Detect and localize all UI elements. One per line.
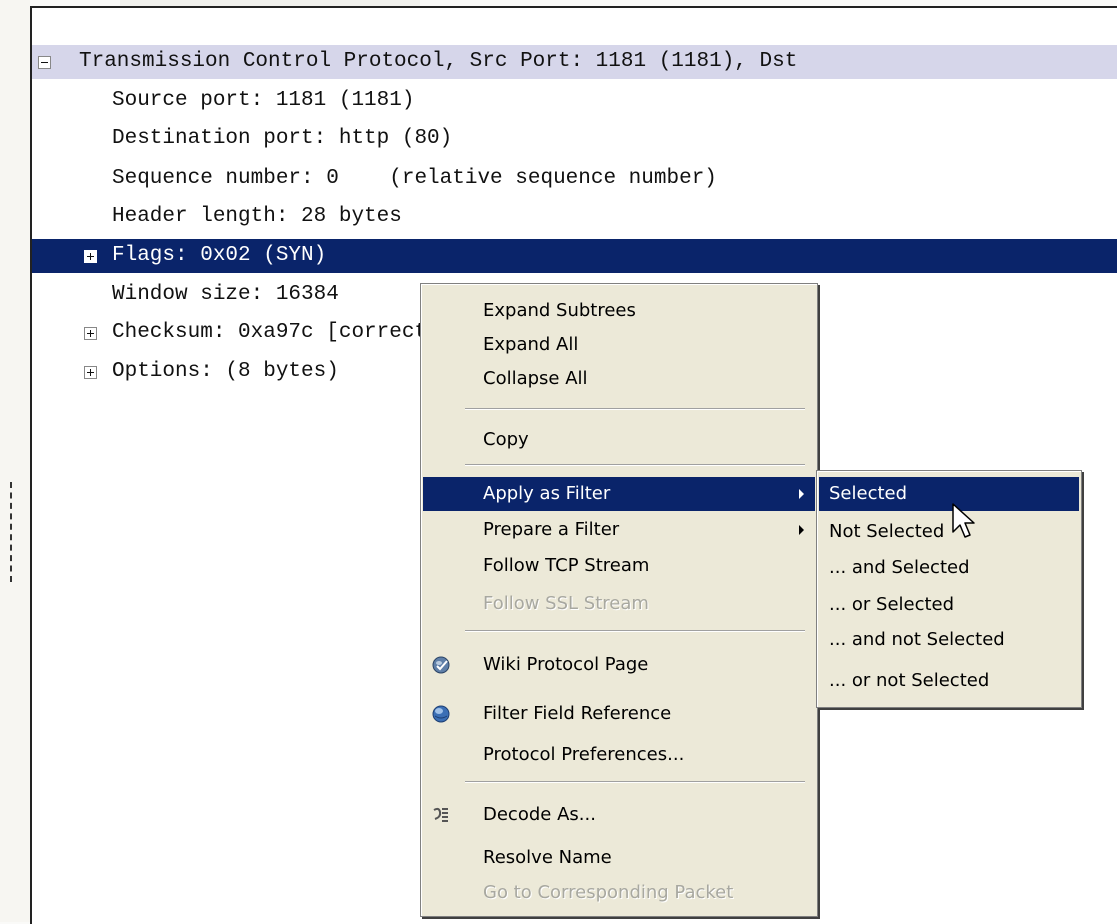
- tree-row-label: Destination port: http (80): [112, 127, 453, 150]
- tree-row-label: Options: (8 bytes): [112, 360, 339, 383]
- expand-icon[interactable]: [84, 327, 97, 340]
- menu-item-label: ... and Selected: [829, 557, 970, 578]
- menu-item-label: Expand Subtrees: [483, 300, 636, 321]
- chevron-right-icon: [799, 489, 804, 499]
- submenu-item-or-selected[interactable]: ... or Selected: [819, 588, 1079, 622]
- menu-item-collapse-all[interactable]: Collapse All: [423, 362, 815, 396]
- menu-item-apply-as-filter[interactable]: Apply as Filter: [423, 477, 815, 511]
- expand-icon[interactable]: [84, 250, 97, 263]
- menu-item-resolve-name[interactable]: Resolve Name: [423, 841, 815, 875]
- chevron-right-icon: [799, 525, 804, 535]
- collapse-icon[interactable]: [38, 56, 51, 69]
- dashed-guide: [10, 482, 12, 582]
- menu-item-label: Follow SSL Stream: [483, 593, 649, 614]
- menu-item-label: Not Selected: [829, 521, 945, 542]
- tree-row-label: Transmission Control Protocol, Src Port:…: [79, 50, 798, 73]
- tree-row-sequence-number[interactable]: Sequence number: 0 (relative sequence nu…: [32, 162, 1117, 196]
- menu-item-expand-all[interactable]: Expand All: [423, 328, 815, 362]
- menu-item-go-to-corresponding-packet: Go to Corresponding Packet: [423, 876, 815, 910]
- globe-check-icon: [432, 656, 450, 674]
- menu-item-label: Decode As...: [483, 804, 596, 825]
- menu-item-label: Collapse All: [483, 368, 588, 389]
- menu-item-label: ... or Selected: [829, 594, 955, 615]
- tree-row-label: Window size: 16384: [112, 283, 339, 306]
- submenu-item-or-not-selected[interactable]: ... or not Selected: [819, 664, 1079, 698]
- menu-item-label: Go to Corresponding Packet: [483, 882, 734, 903]
- tree-row-tcp-header[interactable]: Transmission Control Protocol, Src Port:…: [32, 45, 1117, 79]
- menu-item-label: Resolve Name: [483, 847, 612, 868]
- menu-item-prepare-a-filter[interactable]: Prepare a Filter: [423, 513, 815, 547]
- menu-item-label: Selected: [829, 483, 908, 504]
- menu-item-label: Wiki Protocol Page: [483, 654, 649, 675]
- menu-item-label: Protocol Preferences...: [483, 744, 685, 765]
- apply-as-filter-submenu: Selected Not Selected ... and Selected .…: [816, 470, 1082, 708]
- menu-separator: [465, 408, 805, 410]
- menu-separator: [465, 464, 805, 466]
- menu-item-label: Expand All: [483, 334, 579, 355]
- submenu-item-not-selected[interactable]: Not Selected: [819, 515, 1079, 549]
- tree-row-source-port[interactable]: Source port: 1181 (1181): [32, 84, 1117, 118]
- tree-row-destination-port[interactable]: Destination port: http (80): [32, 122, 1117, 156]
- menu-item-label: Prepare a Filter: [483, 519, 620, 540]
- menu-item-label: Apply as Filter: [483, 483, 611, 504]
- tree-row-flags[interactable]: Flags: 0x02 (SYN): [32, 239, 1117, 273]
- tree-row-label: Header length: 28 bytes: [112, 205, 402, 228]
- menu-item-filter-field-reference[interactable]: Filter Field Reference: [423, 697, 815, 731]
- menu-item-label: Filter Field Reference: [483, 703, 672, 724]
- tree-row-label: Source port: 1181 (1181): [112, 89, 415, 112]
- menu-item-protocol-preferences[interactable]: Protocol Preferences...: [423, 738, 815, 772]
- menu-item-follow-ssl-stream: Follow SSL Stream: [423, 587, 815, 621]
- decode-icon: [433, 807, 448, 822]
- menu-item-decode-as[interactable]: Decode As...: [423, 798, 815, 832]
- menu-item-expand-subtrees[interactable]: Expand Subtrees: [423, 294, 815, 328]
- submenu-item-selected[interactable]: Selected: [819, 477, 1079, 511]
- submenu-item-and-selected[interactable]: ... and Selected: [819, 551, 1079, 585]
- menu-item-label: ... or not Selected: [829, 670, 990, 691]
- tree-row-label: Flags: 0x02 (SYN): [112, 244, 327, 267]
- menu-separator: [465, 781, 805, 783]
- menu-item-copy[interactable]: Copy: [423, 423, 815, 457]
- mouse-pointer-icon: [952, 503, 975, 538]
- menu-item-wiki-protocol-page[interactable]: Wiki Protocol Page: [423, 648, 815, 682]
- expand-icon[interactable]: [84, 366, 97, 379]
- tree-row-header-length[interactable]: Header length: 28 bytes: [32, 200, 1117, 234]
- menu-item-label: Follow TCP Stream: [483, 555, 650, 576]
- menu-item-follow-tcp-stream[interactable]: Follow TCP Stream: [423, 549, 815, 583]
- context-menu: Expand Subtrees Expand All Collapse All …: [420, 283, 818, 917]
- globe-icon: [432, 705, 450, 723]
- tree-row-label: Checksum: 0xa97c [correct]: [112, 321, 440, 344]
- desktop-background: [0, 0, 30, 922]
- menu-item-label: ... and not Selected: [829, 629, 1005, 650]
- menu-item-label: Copy: [483, 429, 529, 450]
- tree-row-label: Sequence number: 0 (relative sequence nu…: [112, 167, 717, 190]
- submenu-item-and-not-selected[interactable]: ... and not Selected: [819, 623, 1079, 657]
- menu-separator: [465, 630, 805, 632]
